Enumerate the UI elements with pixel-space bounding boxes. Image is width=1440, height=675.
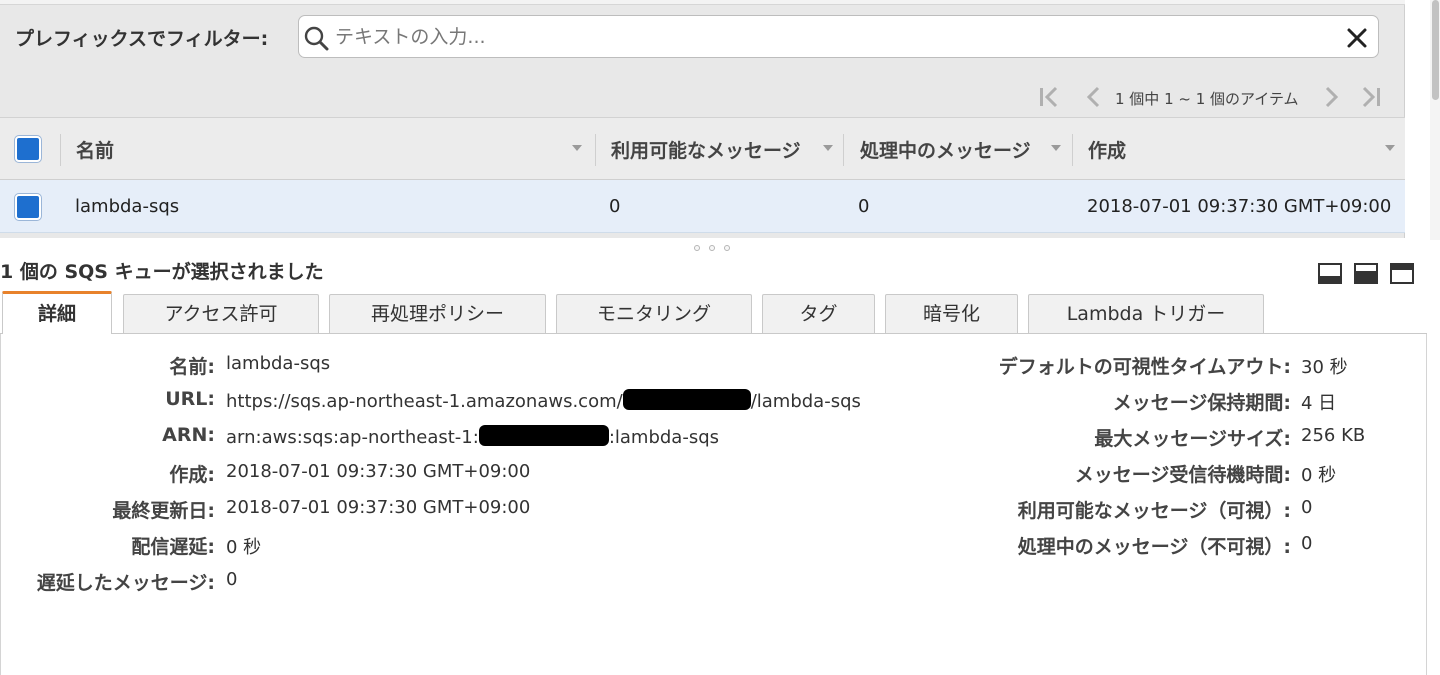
detail-label-delivery-delay: 配信遅延:: [131, 536, 215, 558]
select-all-checkbox[interactable]: [15, 136, 41, 162]
selection-title: 1 個の SQS キューが選択されました: [0, 261, 324, 283]
close-icon[interactable]: [1344, 25, 1370, 51]
detail-label-arn: ARN:: [162, 424, 215, 446]
detail-label-last-updated: 最終更新日:: [112, 500, 215, 522]
detail-value-delivery-delay: 0 秒: [226, 537, 262, 558]
url-suffix: /lambda-sqs: [750, 391, 861, 412]
column-separator: [1072, 134, 1073, 166]
detail-label-available-visible: 利用可能なメッセージ（可視）:: [1017, 500, 1291, 522]
detail-value-visibility-timeout: 30 秒: [1301, 357, 1348, 378]
table-row[interactable]: lambda-sqs 0 0 2018-07-01 09:37:30 GMT+0…: [0, 180, 1405, 233]
tab-lambda-triggers[interactable]: Lambda トリガー: [1028, 294, 1264, 333]
column-header-created[interactable]: 作成: [1088, 136, 1126, 163]
pagination-text: 1 個中 1 ~ 1 個のアイテム: [1115, 90, 1299, 108]
column-separator: [60, 134, 61, 166]
available-messages-cell: 0: [609, 196, 621, 217]
column-separator: [595, 134, 596, 166]
tab-encryption[interactable]: 暗号化: [885, 294, 1018, 333]
redacted-account-id: [478, 425, 609, 446]
panel-resize-handle[interactable]: [692, 243, 734, 253]
url-prefix: https://sqs.ap-northeast-1.amazonaws.com…: [226, 391, 623, 412]
split-panel-icon[interactable]: [1354, 263, 1378, 284]
detail-label-delayed-messages: 遅延したメッセージ:: [36, 572, 215, 594]
prev-page-icon[interactable]: [1080, 84, 1108, 110]
tab-redrive-policy[interactable]: 再処理ポリシー: [329, 294, 546, 333]
first-page-icon[interactable]: [1035, 84, 1063, 110]
detail-value-available-visible: 0: [1301, 497, 1313, 518]
created-cell: 2018-07-01 09:37:30 GMT+09:00: [1087, 196, 1392, 217]
sort-arrow-icon[interactable]: [1385, 145, 1395, 151]
detail-label-name: 名前:: [169, 356, 215, 378]
redacted-account-id: [622, 389, 751, 410]
queue-list-panel: プレフィックスでフィルター: 1 個中 1 ~ 1 個のアイテム: [0, 0, 1405, 238]
search-icon: [304, 26, 329, 51]
last-page-icon[interactable]: [1357, 84, 1385, 110]
queue-name-cell[interactable]: lambda-sqs: [75, 196, 179, 217]
detail-value-last-updated: 2018-07-01 09:37:30 GMT+09:00: [226, 497, 531, 518]
detail-label-url: URL:: [165, 388, 215, 410]
in-flight-messages-cell: 0: [858, 196, 870, 217]
column-header-in-flight[interactable]: 処理中のメッセージ: [860, 136, 1031, 163]
column-header-available[interactable]: 利用可能なメッセージ: [611, 136, 801, 163]
column-header-name[interactable]: 名前: [76, 136, 114, 163]
table-header: 名前 利用可能なメッセージ 処理中のメッセージ 作成: [0, 117, 1405, 180]
detail-value-arn: arn:aws:sqs:ap-northeast-1: :lambda-sqs: [226, 425, 719, 448]
detail-value-in-flight-invisible: 0: [1301, 533, 1313, 554]
filter-label: プレフィックスでフィルター:: [15, 28, 269, 50]
tab-permissions[interactable]: アクセス許可: [123, 294, 319, 333]
detail-label-visibility-timeout: デフォルトの可視性タイムアウト:: [998, 356, 1291, 378]
next-page-icon[interactable]: [1317, 84, 1345, 110]
top-border: [0, 0, 1405, 5]
scrollbar-thumb[interactable]: [1432, 0, 1439, 100]
detail-value-receive-wait-time: 0 秒: [1301, 465, 1337, 486]
row-checkbox[interactable]: [15, 194, 41, 220]
detail-label-receive-wait-time: メッセージ受信待機時間:: [1074, 464, 1291, 486]
maximize-panel-icon[interactable]: [1318, 263, 1342, 284]
detail-label-max-message-size: 最大メッセージサイズ:: [1094, 428, 1291, 450]
detail-value-max-message-size: 256 KB: [1301, 425, 1366, 446]
arn-suffix: :lambda-sqs: [608, 427, 720, 448]
detail-label-created: 作成:: [169, 464, 215, 486]
sort-arrow-icon[interactable]: [823, 145, 833, 151]
detail-value-created: 2018-07-01 09:37:30 GMT+09:00: [226, 461, 531, 482]
tab-monitoring[interactable]: モニタリング: [556, 294, 752, 333]
detail-value-name: lambda-sqs: [226, 353, 331, 374]
detail-value-retention-period: 4 日: [1301, 393, 1337, 414]
detail-label-in-flight-invisible: 処理中のメッセージ（不可視）:: [1017, 536, 1291, 558]
filter-search-box[interactable]: [298, 15, 1379, 58]
filter-input[interactable]: [335, 22, 1325, 52]
pagination: 1 個中 1 ~ 1 個のアイテム: [1035, 84, 1395, 110]
minimize-panel-icon[interactable]: [1390, 263, 1414, 284]
sort-arrow-icon[interactable]: [1051, 145, 1061, 151]
tab-details[interactable]: 詳細: [2, 291, 112, 334]
column-separator: [843, 134, 844, 166]
detail-value-delayed-messages: 0: [226, 569, 238, 590]
tab-tags[interactable]: タグ: [762, 294, 875, 333]
arn-prefix: arn:aws:sqs:ap-northeast-1:: [226, 427, 479, 448]
detail-label-retention-period: メッセージ保持期間:: [1112, 392, 1291, 414]
detail-value-url: https://sqs.ap-northeast-1.amazonaws.com…: [226, 389, 861, 412]
sort-arrow-icon[interactable]: [572, 145, 582, 151]
